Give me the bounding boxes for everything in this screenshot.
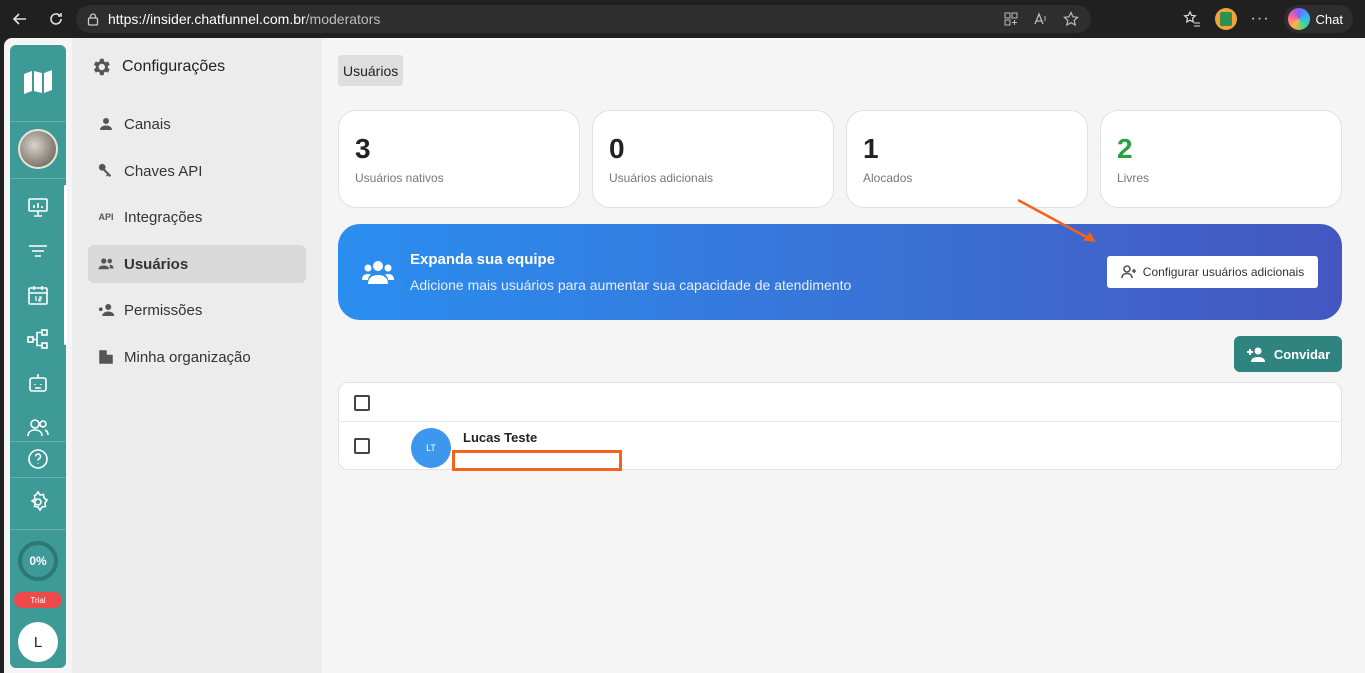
copilot-icon bbox=[1287, 8, 1310, 30]
person-icon bbox=[96, 114, 116, 134]
api-icon: API bbox=[98, 212, 114, 222]
main-content: Usuários 3 Usuários nativos 0 Usuários a… bbox=[322, 38, 1365, 673]
stat-value: 2 bbox=[1117, 133, 1133, 164]
stat-card-free: 2 Livres bbox=[1100, 110, 1342, 208]
left-rail: 0% Trial L bbox=[10, 45, 67, 668]
stat-value: 3 bbox=[355, 133, 371, 164]
sidebar-item-integracoes[interactable]: API Integrações bbox=[88, 198, 306, 236]
app-window: 0% Trial L Configurações Canais Chaves A… bbox=[4, 38, 1365, 673]
stat-label: Usuários nativos bbox=[355, 171, 444, 185]
stat-value: 0 bbox=[609, 133, 625, 164]
favorites-icon[interactable] bbox=[1182, 10, 1201, 28]
url-path: /moderators bbox=[305, 11, 381, 27]
url-host: https://insider.chatfunnel.com.br bbox=[108, 11, 306, 27]
sidebar-item-permissoes[interactable]: Permissões bbox=[88, 291, 306, 329]
stat-label: Livres bbox=[1117, 171, 1150, 185]
presentation-chart-icon[interactable] bbox=[26, 195, 50, 219]
workspace-avatar[interactable] bbox=[18, 129, 58, 169]
sidebar-item-label: Chaves API bbox=[124, 162, 203, 180]
sidebar-item-usuarios[interactable]: Usuários bbox=[88, 245, 306, 283]
chatfunnel-logo-icon[interactable] bbox=[23, 69, 53, 95]
users-icon[interactable] bbox=[26, 415, 50, 439]
key-icon bbox=[96, 161, 116, 181]
settings-sidebar: Configurações Canais Chaves API API Inte… bbox=[72, 38, 322, 673]
progress-indicator: 0% bbox=[18, 541, 58, 581]
expand-team-banner: Expanda sua equipe Adicione mais usuário… bbox=[338, 224, 1342, 320]
sidebar-header: Configurações bbox=[90, 56, 225, 78]
sidebar-item-label: Canais bbox=[124, 115, 171, 133]
chat-label: Chat bbox=[1315, 11, 1343, 27]
settings-icon[interactable] bbox=[26, 490, 50, 514]
more-menu-icon[interactable]: ··· bbox=[1251, 10, 1270, 28]
invite-button[interactable]: Convidar bbox=[1234, 336, 1342, 372]
back-icon[interactable] bbox=[6, 5, 34, 33]
building-icon bbox=[96, 347, 116, 367]
users-icon bbox=[96, 254, 116, 274]
stat-label: Usuários adicionais bbox=[609, 171, 714, 185]
calendar-icon[interactable] bbox=[26, 283, 50, 307]
app-grid-icon[interactable] bbox=[1003, 11, 1019, 27]
read-aloud-icon[interactable] bbox=[1033, 11, 1049, 27]
user-name: Lucas Teste bbox=[463, 430, 538, 445]
stat-card-native: 3 Usuários nativos bbox=[338, 110, 580, 208]
browser-toolbar: https://insider.chatfunnel.com.br/modera… bbox=[0, 0, 1365, 38]
calculator-extension-icon[interactable] bbox=[1214, 8, 1237, 30]
sidebar-item-canais[interactable]: Canais bbox=[88, 105, 306, 143]
sidebar-item-label: Permissões bbox=[124, 301, 203, 319]
stat-label: Alocados bbox=[863, 171, 913, 185]
rail-divider bbox=[10, 441, 66, 442]
user-avatar[interactable]: L bbox=[18, 622, 58, 662]
redaction-highlight bbox=[452, 450, 622, 471]
lock-icon bbox=[87, 13, 99, 26]
sidebar-item-chaves-api[interactable]: Chaves API bbox=[88, 152, 306, 190]
stat-card-allocated: 1 Alocados bbox=[846, 110, 1088, 208]
table-header bbox=[339, 383, 1341, 422]
table-row[interactable]: LT Lucas Teste bbox=[339, 422, 1341, 471]
sidebar-item-minha-organizacao[interactable]: Minha organização bbox=[88, 338, 306, 376]
flow-icon[interactable] bbox=[26, 327, 50, 351]
configure-button-label: Configurar usuários adicionais bbox=[1142, 265, 1305, 279]
permissions-icon bbox=[96, 300, 116, 320]
gear-icon bbox=[93, 58, 110, 76]
select-all-checkbox[interactable] bbox=[354, 395, 370, 411]
stat-card-additional: 0 Usuários adicionais bbox=[592, 110, 834, 208]
bot-icon[interactable] bbox=[26, 371, 50, 395]
reload-icon[interactable] bbox=[42, 5, 70, 33]
invite-label: Convidar bbox=[1273, 346, 1331, 362]
copilot-chat-button[interactable]: Chat bbox=[1283, 5, 1353, 33]
help-icon[interactable] bbox=[26, 447, 50, 471]
user-initials-avatar: LT bbox=[411, 428, 451, 468]
rail-divider bbox=[10, 477, 66, 478]
rail-divider bbox=[10, 178, 66, 179]
sidebar-item-label: Integrações bbox=[124, 208, 203, 226]
sidebar-item-label: Usuários bbox=[124, 255, 189, 273]
team-icon bbox=[362, 261, 394, 284]
stat-value: 1 bbox=[863, 133, 879, 164]
configure-additional-users-button[interactable]: Configurar usuários adicionais bbox=[1107, 256, 1318, 288]
trial-badge: Trial bbox=[14, 592, 62, 608]
banner-title: Expanda sua equipe bbox=[410, 251, 556, 268]
favorite-star-icon[interactable] bbox=[1063, 11, 1079, 27]
rail-divider bbox=[10, 529, 66, 530]
filter-icon[interactable] bbox=[26, 239, 50, 263]
add-user-icon bbox=[1120, 265, 1136, 279]
banner-subtitle: Adicione mais usuários para aumentar sua… bbox=[410, 277, 852, 293]
users-table: LT Lucas Teste bbox=[338, 382, 1342, 471]
sidebar-item-label: Minha organização bbox=[124, 348, 251, 366]
add-person-icon bbox=[1246, 347, 1265, 362]
address-bar[interactable]: https://insider.chatfunnel.com.br/modera… bbox=[76, 5, 1091, 33]
rail-scrollbar[interactable] bbox=[64, 185, 67, 345]
row-checkbox[interactable] bbox=[354, 438, 370, 454]
tab-usuarios[interactable]: Usuários bbox=[338, 55, 404, 86]
annotation-arrow-icon bbox=[1017, 198, 1096, 242]
rail-divider bbox=[10, 121, 66, 122]
sidebar-title: Configurações bbox=[122, 58, 226, 75]
